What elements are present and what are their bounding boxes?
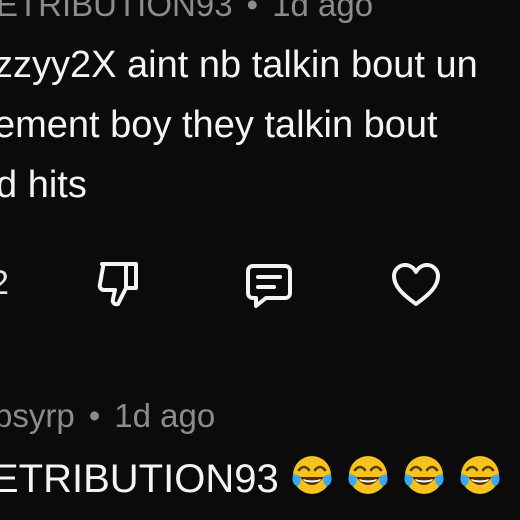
comment-timestamp: 1d ago xyxy=(272,0,374,23)
comment-icon xyxy=(246,264,292,308)
emoji-row xyxy=(279,452,503,505)
dislike-button[interactable] xyxy=(96,258,142,308)
reply-text: ETRIBUTION93 xyxy=(0,452,503,505)
comment-text-line: zzyy2X aint nb talkin bout un xyxy=(0,44,478,86)
face-with-tears-of-joy-icon xyxy=(289,452,335,498)
thumbs-down-icon xyxy=(97,262,138,307)
comment-author[interactable]: ETRIBUTION93 xyxy=(0,0,233,23)
meta-separator: • xyxy=(246,0,259,23)
comment-text-line: d hits xyxy=(0,164,87,206)
reply-button[interactable] xyxy=(244,262,294,310)
like-button[interactable] xyxy=(390,262,442,308)
face-with-tears-of-joy-icon xyxy=(345,452,391,498)
comment-text-line: ement boy they talkin bout xyxy=(0,104,438,146)
face-with-tears-of-joy-icon xyxy=(401,452,447,498)
face-with-tears-of-joy-icon xyxy=(457,452,503,498)
reply-mention: ETRIBUTION93 xyxy=(0,456,279,501)
reply-timestamp: 1d ago xyxy=(114,397,216,434)
meta-separator: • xyxy=(88,397,101,434)
comment-action-bar xyxy=(0,258,520,314)
reply-meta: bsyrp • 1d ago xyxy=(0,399,215,432)
heart-icon xyxy=(392,263,440,306)
reply-author[interactable]: bsyrp xyxy=(0,397,75,434)
comment-meta: ETRIBUTION93 • 1d ago xyxy=(0,0,373,21)
